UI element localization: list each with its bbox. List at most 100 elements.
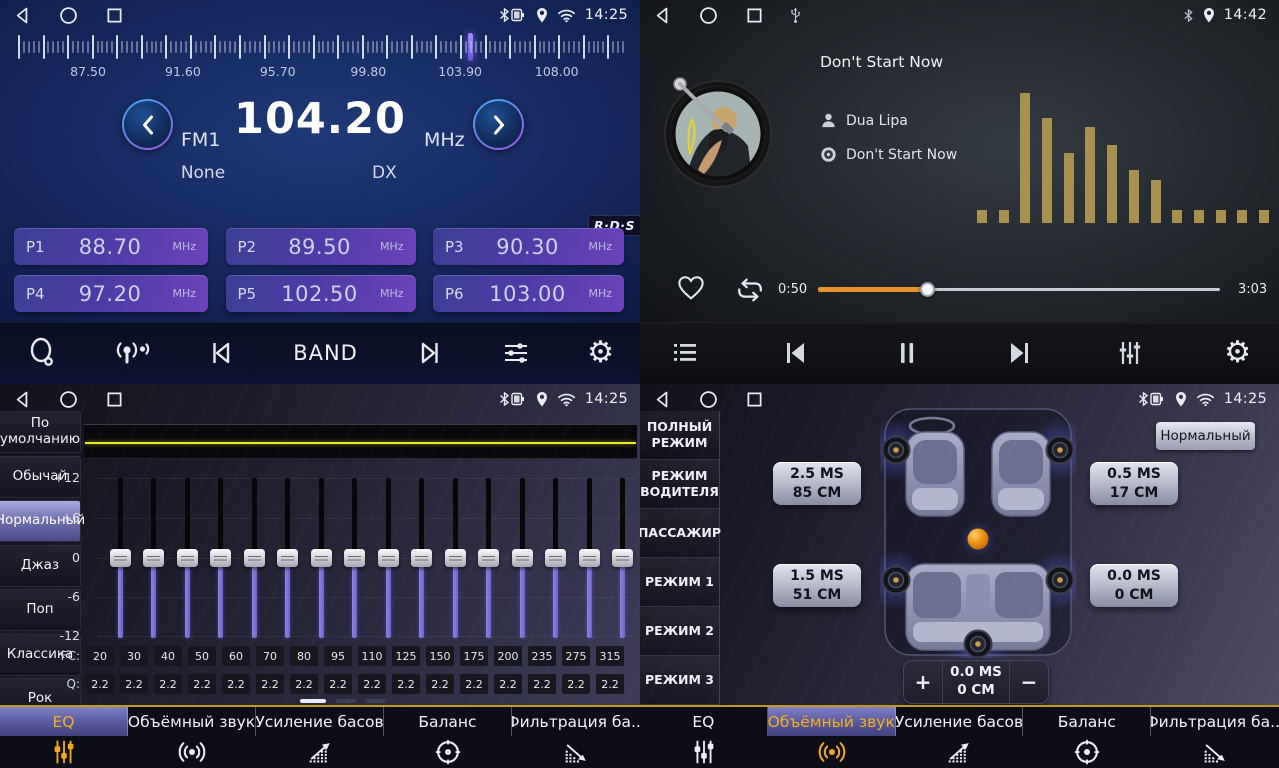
nav-back-icon[interactable] (12, 389, 33, 410)
delay-decrease-button[interactable]: − (1010, 661, 1048, 703)
eq-band-slider[interactable] (311, 478, 332, 638)
eq-band-slider[interactable] (579, 478, 600, 638)
nav-home-icon[interactable] (58, 5, 79, 26)
album-art[interactable] (660, 74, 776, 194)
sound-profile-button[interactable]: Нормальный (1156, 422, 1255, 450)
tab-eq[interactable]: EQ (640, 707, 768, 768)
equalizer-icon[interactable] (1113, 336, 1147, 370)
progress-slider[interactable] (818, 288, 1220, 291)
tune-down-button[interactable] (122, 99, 173, 150)
fc-value[interactable]: 50 (188, 646, 216, 666)
nav-recents-icon[interactable] (104, 5, 125, 26)
q-value[interactable]: 2.2 (358, 674, 386, 694)
pause-icon[interactable] (890, 336, 924, 370)
fc-value[interactable]: 40 (154, 646, 182, 666)
q-value[interactable]: 2.2 (426, 674, 454, 694)
scan-search-icon[interactable] (26, 336, 60, 370)
nav-recents-icon[interactable] (744, 389, 765, 410)
nav-recents-icon[interactable] (104, 389, 125, 410)
nav-back-icon[interactable] (652, 389, 673, 410)
q-value[interactable]: 2.2 (494, 674, 522, 694)
eq-slider-knob[interactable] (478, 549, 499, 567)
fc-value[interactable]: 200 (494, 646, 522, 666)
eq-slider-knob[interactable] (445, 549, 466, 567)
seek-previous-icon[interactable] (205, 336, 239, 370)
tab-surround-sound[interactable]: Объёмный звук (768, 707, 896, 768)
frequency-dial[interactable] (18, 33, 622, 61)
eq-slider-knob[interactable] (110, 549, 131, 567)
fc-value[interactable]: 60 (222, 646, 250, 666)
settings-gear-icon[interactable]: ⚙ (1224, 338, 1251, 368)
eq-slider-knob[interactable] (143, 549, 164, 567)
repeat-icon[interactable] (734, 275, 766, 305)
eq-band-slider[interactable] (344, 478, 365, 638)
q-value[interactable]: 2.2 (188, 674, 216, 694)
fc-value[interactable]: 175 (460, 646, 488, 666)
mode-item[interactable]: РЕЖИМ 3 (640, 656, 719, 705)
fc-value[interactable]: 315 (596, 646, 624, 666)
delay-increase-button[interactable]: + (904, 661, 942, 703)
eq-band-slider[interactable] (244, 478, 265, 638)
mode-item[interactable]: ПАССАЖИР (640, 509, 719, 558)
seek-next-icon[interactable] (412, 336, 446, 370)
tab-eq[interactable]: EQ (0, 707, 128, 768)
q-value[interactable]: 2.2 (256, 674, 284, 694)
eq-slider-knob[interactable] (344, 549, 365, 567)
fc-value[interactable]: 275 (562, 646, 590, 666)
fc-value[interactable]: 70 (256, 646, 284, 666)
q-value[interactable]: 2.2 (120, 674, 148, 694)
delay-rear-right-button[interactable]: 0.0 MS 0 CM (1090, 564, 1178, 607)
eq-band-slider[interactable] (411, 478, 432, 638)
eq-band-slider[interactable] (612, 478, 633, 638)
preset-button-p4[interactable]: P497.20MHz (14, 275, 208, 312)
q-value[interactable]: 2.2 (290, 674, 318, 694)
mode-item[interactable]: РЕЖИМ 2 (640, 607, 719, 656)
band-button[interactable]: BAND (293, 341, 358, 365)
playlist-icon[interactable] (668, 336, 702, 370)
eq-band-slider[interactable] (210, 478, 231, 638)
eq-slider-knob[interactable] (277, 549, 298, 567)
previous-track-icon[interactable] (779, 336, 813, 370)
eq-band-slider[interactable] (277, 478, 298, 638)
q-value[interactable]: 2.2 (596, 674, 624, 694)
eq-band-slider[interactable] (378, 478, 399, 638)
broadcast-icon[interactable] (114, 336, 152, 370)
next-track-icon[interactable] (1002, 336, 1036, 370)
nav-home-icon[interactable] (698, 5, 719, 26)
fc-value[interactable]: 110 (358, 646, 386, 666)
mode-item[interactable]: ПОЛНЫЙ РЕЖИМ (640, 411, 719, 460)
tab-balance[interactable]: Баланс (1023, 707, 1151, 768)
eq-slider-knob[interactable] (210, 549, 231, 567)
progress-knob[interactable] (920, 282, 935, 297)
q-value[interactable]: 2.2 (460, 674, 488, 694)
tab-bass-boost[interactable]: Усиление басов (896, 707, 1024, 768)
q-value[interactable]: 2.2 (324, 674, 352, 694)
preset-button-p6[interactable]: P6103.00MHz (433, 275, 624, 312)
eq-band-slider[interactable] (177, 478, 198, 638)
fc-value[interactable]: 30 (120, 646, 148, 666)
eq-band-slider[interactable] (545, 478, 566, 638)
eq-slider-knob[interactable] (244, 549, 265, 567)
eq-band-slider[interactable] (143, 478, 164, 638)
mode-item[interactable]: РЕЖИМ 1 (640, 558, 719, 607)
q-value[interactable]: 2.2 (562, 674, 590, 694)
q-value[interactable]: 2.2 (392, 674, 420, 694)
preset-button-p1[interactable]: P188.70MHz (14, 228, 208, 265)
delay-rear-left-button[interactable]: 1.5 MS 51 CM (773, 564, 861, 607)
tab-filter[interactable]: Фильтрация ба... (1151, 707, 1279, 768)
fc-value[interactable]: 95 (324, 646, 352, 666)
q-value[interactable]: 2.2 (86, 674, 114, 694)
tab-balance[interactable]: Баланс (384, 707, 512, 768)
nav-home-icon[interactable] (58, 389, 79, 410)
fc-value[interactable]: 125 (392, 646, 420, 666)
nav-home-icon[interactable] (698, 389, 719, 410)
q-value[interactable]: 2.2 (222, 674, 250, 694)
fc-value[interactable]: 235 (528, 646, 556, 666)
nav-back-icon[interactable] (12, 5, 33, 26)
preset-button-p2[interactable]: P289.50MHz (226, 228, 416, 265)
fc-value[interactable]: 20 (86, 646, 114, 666)
settings-gear-icon[interactable]: ⚙ (587, 338, 614, 368)
eq-slider-knob[interactable] (378, 549, 399, 567)
tab-surround-sound[interactable]: Объёмный звук (128, 707, 256, 768)
preset-button-p5[interactable]: P5102.50MHz (226, 275, 416, 312)
